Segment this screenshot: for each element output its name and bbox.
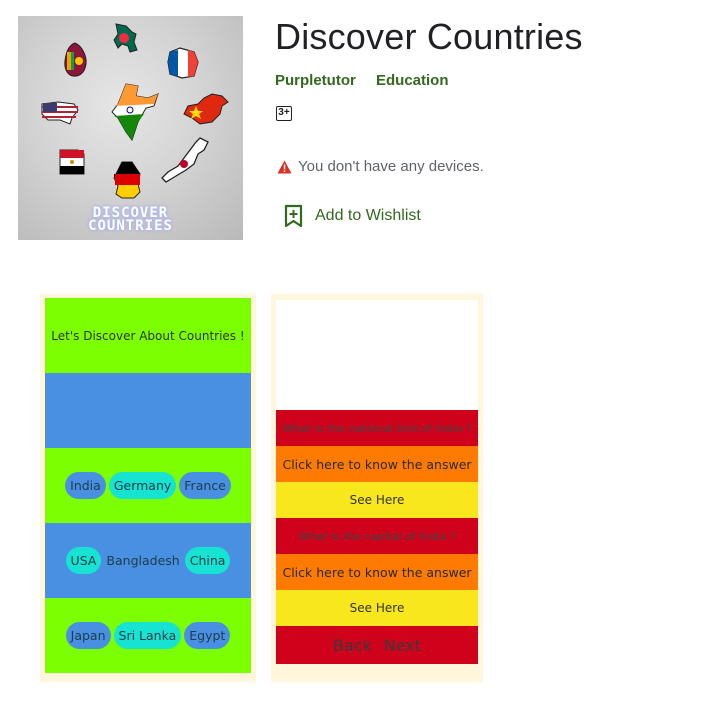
country-row-1: India Germany France xyxy=(45,448,251,523)
country-button-sri-lanka[interactable]: Sri Lanka xyxy=(113,622,182,649)
country-button-china[interactable]: China xyxy=(184,547,231,574)
header-band: Let's Discover About Countries ! xyxy=(45,298,251,373)
country-button-france[interactable]: France xyxy=(179,472,231,499)
china-flag-icon xyxy=(183,93,229,125)
question-1: What is the national bird of India ? xyxy=(276,410,478,446)
add-to-wishlist-button[interactable]: Add to Wishlist xyxy=(284,204,421,228)
country-button-bangladesh[interactable]: Bangladesh xyxy=(104,553,181,568)
icon-title-line-2: COUNTRIES xyxy=(88,218,173,234)
country-button-germany[interactable]: Germany xyxy=(108,472,177,499)
bookmark-add-icon xyxy=(284,204,303,228)
answer-button-2[interactable]: Click here to know the answer xyxy=(276,554,478,590)
india-flag-icon xyxy=(111,83,159,142)
country-button-japan[interactable]: Japan xyxy=(65,622,111,649)
content-rating-badge: 3+ xyxy=(276,106,292,121)
warning-text: You don't have any devices. xyxy=(298,158,484,175)
screenshot-header: Let's Discover About Countries ! xyxy=(51,328,245,343)
question-2: What is the capital of India ? xyxy=(276,518,478,554)
app-icon: DISCOVER COUNTRIES xyxy=(18,16,243,240)
screenshot-2[interactable]: What is the national bird of India ? Cli… xyxy=(271,294,483,682)
app-title: Discover Countries xyxy=(275,16,583,57)
france-flag-icon xyxy=(167,47,199,79)
sri-lanka-flag-icon xyxy=(64,42,87,77)
wishlist-label: Add to Wishlist xyxy=(315,207,421,224)
germany-flag-icon xyxy=(113,161,141,199)
warning-icon xyxy=(277,160,292,173)
category-link[interactable]: Education xyxy=(376,72,449,89)
country-row-3: Japan Sri Lanka Egypt xyxy=(45,598,251,673)
country-button-india[interactable]: India xyxy=(65,472,106,499)
answer-button-1[interactable]: Click here to know the answer xyxy=(276,446,478,482)
egypt-flag-icon xyxy=(59,149,85,175)
country-button-usa[interactable]: USA xyxy=(65,547,102,574)
device-warning: You don't have any devices. xyxy=(277,158,484,175)
screenshot-1[interactable]: Let's Discover About Countries ! India G… xyxy=(40,294,256,682)
back-button[interactable]: Back xyxy=(333,636,372,655)
bangladesh-flag-icon xyxy=(113,23,138,53)
developer-link[interactable]: Purpletutor xyxy=(275,72,356,89)
navigation-bar: Back Next xyxy=(276,626,478,664)
japan-flag-icon xyxy=(161,137,209,183)
blank-area xyxy=(276,300,478,410)
country-button-egypt[interactable]: Egypt xyxy=(184,622,231,649)
see-here-2[interactable]: See Here xyxy=(276,590,478,626)
country-row-2: USA Bangladesh China xyxy=(45,523,251,598)
see-here-1[interactable]: See Here xyxy=(276,482,478,518)
blank-band xyxy=(45,373,251,448)
next-button[interactable]: Next xyxy=(384,636,421,655)
usa-flag-icon xyxy=(41,101,79,125)
